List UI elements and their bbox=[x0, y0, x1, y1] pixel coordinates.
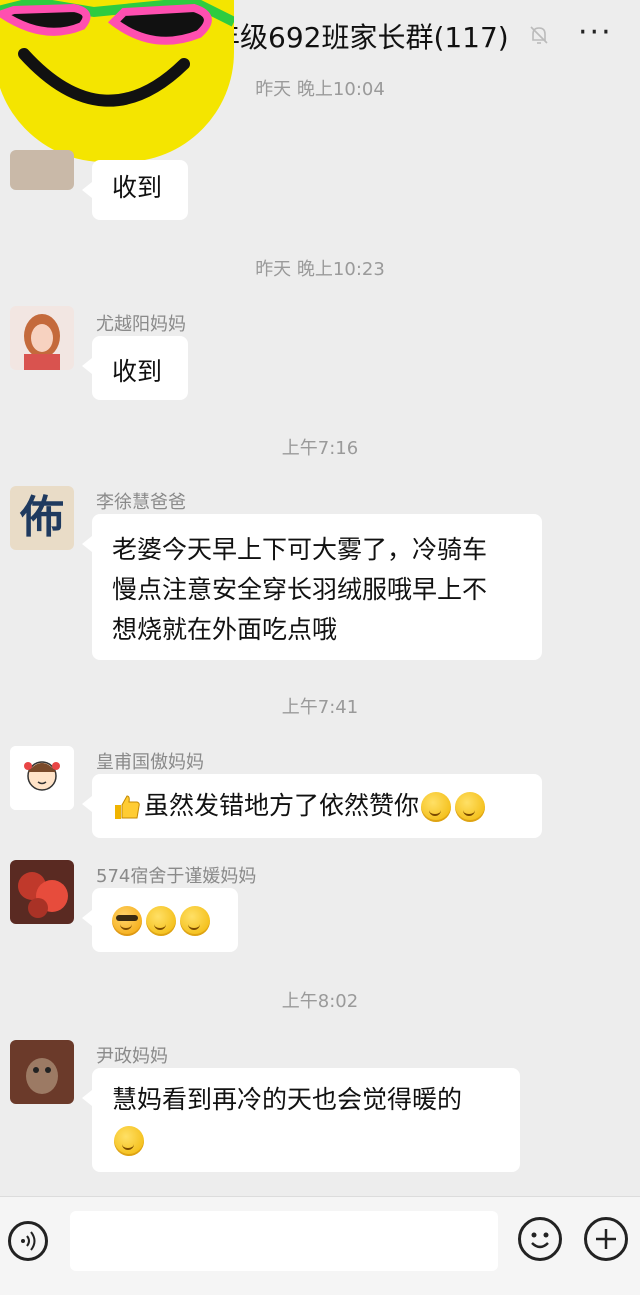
smirk-emoji-icon bbox=[455, 792, 486, 822]
message-text: 虽然发错地方了依然赞你 bbox=[144, 791, 420, 820]
message-text-line: 老婆今天早上下可大雾了，冷骑车 bbox=[112, 535, 488, 564]
avatar-calligraphy: 佈 bbox=[20, 492, 64, 543]
message-bubble[interactable] bbox=[82, 888, 238, 952]
plus-icon[interactable] bbox=[584, 1217, 628, 1261]
message-text-line: 慢点注意安全穿长羽绒服哦早上不 bbox=[112, 575, 488, 604]
mute-bell-icon bbox=[530, 26, 548, 44]
voice-icon[interactable] bbox=[8, 1221, 48, 1261]
avatar[interactable] bbox=[10, 306, 74, 370]
message-text: 收到 bbox=[112, 173, 163, 202]
sender-name: 574宿舍于谨媛妈妈 bbox=[96, 866, 257, 887]
input-bar bbox=[0, 1196, 640, 1295]
message-input[interactable] bbox=[70, 1211, 498, 1271]
message-text-line: 想烧就在外面吃点哦 bbox=[112, 615, 338, 644]
timestamp: 上午8:02 bbox=[281, 991, 359, 1012]
thumbs-up-icon bbox=[115, 795, 140, 819]
cool-emoji-icon bbox=[112, 906, 142, 936]
message-bubble[interactable]: 收到 bbox=[82, 160, 188, 220]
message-text: 收到 bbox=[112, 357, 163, 386]
message-bubble[interactable]: 虽然发错地方了依然赞你 bbox=[82, 774, 542, 838]
sender-name: 尹政妈妈 bbox=[96, 1046, 168, 1067]
sender-name: 李徐慧爸爸 bbox=[96, 492, 186, 513]
smirk-emoji-icon bbox=[114, 1126, 144, 1156]
message-bubble[interactable]: 慧妈看到再冷的天也会觉得暖的 bbox=[82, 1068, 520, 1172]
emoji-face-icon[interactable] bbox=[518, 1217, 562, 1261]
sender-name: 皇甫国傲妈妈 bbox=[96, 752, 204, 773]
timestamp: 昨天 晚上10:04 bbox=[255, 79, 385, 100]
avatar[interactable] bbox=[10, 746, 74, 810]
smirk-emoji-icon bbox=[180, 906, 210, 936]
avatar[interactable]: 佈 bbox=[10, 486, 74, 550]
timestamp: 上午7:16 bbox=[281, 438, 359, 459]
message-bubble[interactable]: 收到 bbox=[82, 336, 188, 400]
avatar[interactable] bbox=[10, 860, 74, 924]
avatar[interactable] bbox=[10, 150, 74, 190]
message-bubble[interactable]: 老婆今天早上下可大雾了，冷骑车 慢点注意安全穿长羽绒服哦早上不 想烧就在外面吃点… bbox=[82, 514, 542, 660]
timestamp: 昨天 晚上10:23 bbox=[255, 259, 385, 280]
smirk-emoji-icon bbox=[146, 906, 176, 936]
avatar[interactable] bbox=[10, 1040, 74, 1104]
smirk-emoji-icon bbox=[421, 792, 452, 822]
sender-name: 尤越阳妈妈 bbox=[96, 314, 186, 335]
message-text: 慧妈看到再冷的天也会觉得暖的 bbox=[112, 1085, 463, 1114]
more-icon[interactable]: ··· bbox=[578, 18, 613, 48]
timestamp: 上午7:41 bbox=[281, 697, 359, 718]
chat-title: 年级692班家长群(117) bbox=[212, 21, 509, 54]
